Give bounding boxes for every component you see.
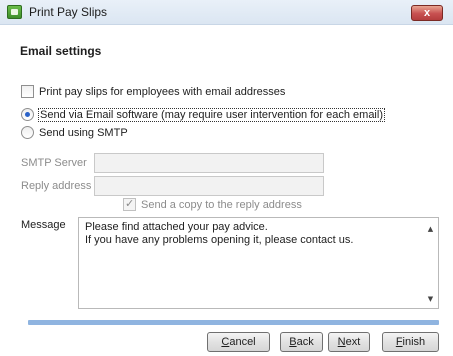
window-title: Print Pay Slips [29, 5, 108, 19]
message-line-2: If you have any problems opening it, ple… [85, 234, 354, 246]
message-label: Message [21, 219, 66, 231]
print-email-employees-label: Print pay slips for employees with email… [39, 85, 286, 98]
smtp-server-label: SMTP Server [21, 157, 87, 169]
back-button[interactable]: Back [280, 332, 323, 352]
next-button[interactable]: Next [328, 332, 370, 352]
scroll-down-icon[interactable]: ▼ [427, 296, 434, 303]
send-copy-option[interactable]: Send a copy to the reply address [123, 197, 302, 211]
send-using-smtp-option[interactable]: Send using SMTP [21, 126, 128, 139]
finish-button[interactable]: Finish [382, 332, 439, 352]
page-title: Email settings [20, 44, 102, 58]
back-button-accel: B [289, 336, 297, 348]
progress-fill [28, 320, 439, 325]
send-using-smtp-label: Send using SMTP [39, 126, 128, 139]
reply-address-label: Reply address [21, 180, 92, 192]
send-via-email-software-option[interactable]: Send via Email software (may require use… [21, 107, 385, 122]
back-button-rest: ack [296, 336, 314, 348]
title-bar: Print Pay Slips x [0, 0, 453, 25]
next-button-rest: ext [345, 336, 361, 348]
send-via-email-software-label: Send via Email software (may require use… [38, 107, 385, 122]
message-textarea[interactable]: Please find attached your pay advice. If… [78, 217, 439, 309]
finish-button-accel: F [395, 336, 403, 348]
next-button-accel: N [337, 336, 346, 348]
message-line-1: Please find attached your pay advice. [85, 221, 268, 233]
progress-bar [28, 320, 439, 325]
send-copy-label: Send a copy to the reply address [141, 198, 302, 211]
smtp-server-input[interactable] [94, 153, 324, 173]
send-using-smtp-radio[interactable] [21, 126, 34, 139]
scroll-up-icon[interactable]: ▲ [427, 226, 434, 233]
reply-address-input[interactable] [94, 176, 324, 196]
cancel-button-rest: ancel [229, 336, 256, 348]
cancel-button[interactable]: Cancel [207, 332, 270, 352]
send-via-email-software-radio[interactable] [21, 108, 34, 121]
close-button[interactable]: x [411, 5, 443, 21]
finish-button-rest: inish [402, 336, 426, 348]
print-email-employees-checkbox[interactable] [21, 85, 34, 98]
send-copy-checkbox[interactable] [123, 197, 136, 211]
app-icon [7, 5, 22, 19]
print-email-employees-option[interactable]: Print pay slips for employees with email… [21, 85, 285, 98]
